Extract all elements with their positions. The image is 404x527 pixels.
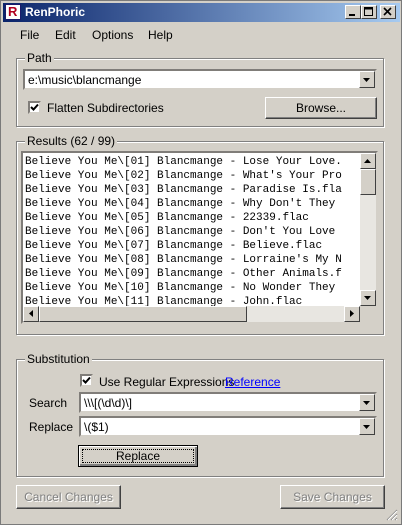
search-value: \\\[(\d\d)\]	[84, 396, 133, 410]
flatten-checkbox[interactable]	[28, 101, 41, 114]
scroll-right-button[interactable]	[344, 306, 360, 322]
menu-file[interactable]: File	[20, 28, 39, 42]
result-row[interactable]: Believe You Me\[02] Blancmange - What's …	[25, 169, 359, 183]
save-changes-button[interactable]: Save Changes	[280, 485, 385, 509]
path-combo[interactable]: e:\music\blancmange	[23, 69, 377, 90]
browse-button[interactable]: Browse...	[265, 97, 377, 119]
replace-label: Replace	[29, 420, 74, 434]
scroll-up-button[interactable]	[360, 153, 376, 169]
close-icon	[383, 7, 392, 16]
result-row[interactable]: Believe You Me\[09] Blancmange - Other A…	[25, 267, 359, 281]
result-row[interactable]: Believe You Me\[07] Blancmange - Believe…	[25, 239, 359, 253]
horizontal-scroll-thumb[interactable]	[39, 306, 247, 322]
result-row[interactable]: Believe You Me\[05] Blancmange - 22339.f…	[25, 211, 359, 225]
cancel-changes-button[interactable]: Cancel Changes	[16, 485, 121, 509]
horizontal-scrollbar[interactable]	[23, 306, 360, 322]
path-value: e:\music\blancmange	[28, 73, 142, 87]
minimize-icon	[349, 14, 355, 16]
menu-options[interactable]: Options	[92, 28, 133, 42]
maximize-icon	[364, 7, 373, 16]
path-dropdown-button[interactable]	[359, 71, 375, 88]
close-button[interactable]	[380, 5, 396, 19]
flatten-label: Flatten Subdirectories	[47, 101, 164, 115]
checkmark-icon	[82, 376, 91, 384]
result-row[interactable]: Believe You Me\[08] Blancmange - Lorrain…	[25, 253, 359, 267]
scroll-left-button[interactable]	[23, 306, 39, 322]
results-group-label: Results (62 / 99)	[25, 134, 118, 148]
result-row[interactable]: Believe You Me\[03] Blancmange - Paradis…	[25, 183, 359, 197]
reference-link[interactable]: Reference	[225, 375, 280, 389]
menu-bar: File Edit Options Help	[3, 25, 400, 45]
scroll-corner	[360, 306, 376, 322]
chevron-down-icon	[363, 401, 370, 405]
window-title: RenPhoric	[25, 5, 86, 19]
arrow-down-icon	[364, 296, 371, 300]
resize-grip-icon[interactable]	[386, 509, 398, 521]
result-row[interactable]: Believe You Me\[06] Blancmange - Don't Y…	[25, 225, 359, 239]
app-icon: R	[5, 4, 21, 20]
replace-combo[interactable]: \($1)	[79, 416, 377, 437]
result-row[interactable]: Believe You Me\[10] Blancmange - No Wond…	[25, 281, 359, 295]
result-row[interactable]: Believe You Me\[04] Blancmange - Why Don…	[25, 197, 359, 211]
minimize-button[interactable]	[345, 5, 361, 19]
arrow-left-icon	[29, 310, 33, 317]
results-rows: Believe You Me\[01] Blancmange - Lose Yo…	[25, 155, 359, 322]
vertical-scrollbar[interactable]	[360, 153, 376, 306]
arrow-right-icon	[350, 310, 354, 317]
main-window: R RenPhoric File Edit Options Help Path …	[0, 0, 402, 525]
scroll-down-button[interactable]	[360, 290, 376, 306]
result-row[interactable]: Believe You Me\[01] Blancmange - Lose Yo…	[25, 155, 359, 169]
results-list[interactable]: Believe You Me\[01] Blancmange - Lose Yo…	[21, 151, 378, 324]
replace-button[interactable]: Replace	[78, 445, 198, 467]
path-group-label: Path	[25, 51, 54, 65]
menu-edit[interactable]: Edit	[55, 28, 76, 42]
arrow-up-icon	[364, 159, 371, 163]
regex-checkbox[interactable]	[80, 374, 93, 387]
search-combo[interactable]: \\\[(\d\d)\]	[79, 392, 377, 413]
search-dropdown-button[interactable]	[359, 394, 375, 411]
search-label: Search	[29, 396, 68, 410]
chevron-down-icon	[363, 78, 370, 82]
checkmark-icon	[30, 103, 39, 111]
title-bar[interactable]: R RenPhoric	[3, 3, 400, 22]
replace-value: \($1)	[84, 420, 109, 434]
focus-ring	[82, 449, 194, 463]
replace-dropdown-button[interactable]	[359, 418, 375, 435]
regex-label: Use Regular Expressions	[99, 375, 235, 389]
maximize-button[interactable]	[361, 5, 377, 19]
vertical-scroll-thumb[interactable]	[360, 169, 376, 195]
substitution-group-label: Substitution	[25, 352, 92, 366]
chevron-down-icon	[363, 425, 370, 429]
menu-help[interactable]: Help	[148, 28, 173, 42]
